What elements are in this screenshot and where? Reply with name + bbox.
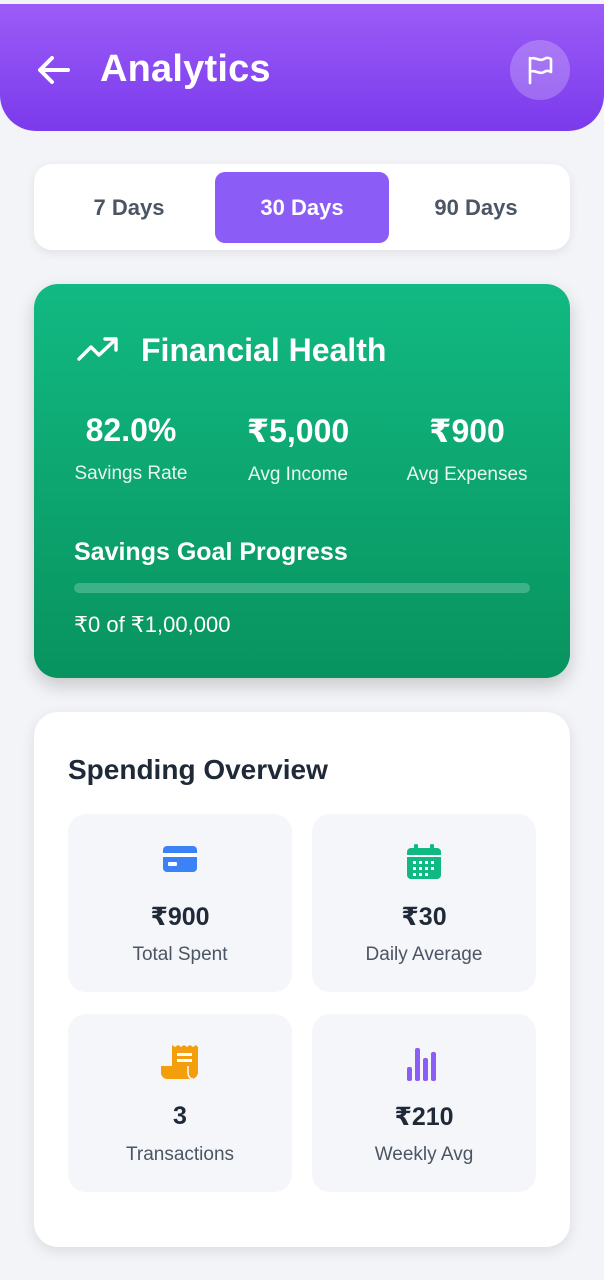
spending-overview-title: Spending Overview (68, 754, 328, 785)
savings-goal-text: ₹0 of ₹1,00,000 (74, 612, 231, 637)
trending-up-icon (77, 337, 118, 361)
avg-expenses-value: ₹900 (429, 413, 505, 449)
back-button[interactable] (34, 50, 74, 90)
daily-average-tile[interactable]: ₹30 Daily Average (312, 814, 536, 992)
savings-rate-label: Savings Rate (74, 463, 188, 484)
avg-income-stat: ₹5,000 Avg Income (237, 412, 359, 486)
financial-health-title: Financial Health (141, 332, 387, 368)
transactions-label: Transactions (125, 1144, 235, 1165)
financial-health-card: Financial Health 82.0% Savings Rate ₹5,0… (34, 284, 570, 678)
avg-income-label: Avg Income (248, 464, 348, 485)
tab-30-days[interactable]: 30 Days (215, 172, 389, 243)
weekly-avg-tile[interactable]: ₹210 Weekly Avg (312, 1014, 536, 1192)
transactions-tile[interactable]: 3 Transactions (68, 1014, 292, 1192)
savings-rate-value: 82.0% (85, 412, 177, 448)
flag-icon (528, 56, 553, 85)
total-spent-label: Total Spent (132, 944, 228, 965)
weekly-avg-label: Weekly Avg (374, 1144, 474, 1165)
savings-goal-progress-bar (74, 583, 530, 593)
tab-90-days[interactable]: 90 Days (389, 172, 563, 243)
total-spent-value: ₹900 (150, 903, 210, 931)
avg-expenses-stat: ₹900 Avg Expenses (402, 412, 532, 486)
period-tabs: 7 Days 30 Days 90 Days (34, 164, 570, 250)
spending-overview-card: Spending Overview ₹900 Total Spent ₹30 D… (34, 712, 570, 1247)
credit-card-icon (163, 846, 197, 872)
goals-button[interactable] (510, 40, 570, 100)
tab-7-days[interactable]: 7 Days (42, 172, 216, 243)
page-title: Analytics (100, 48, 271, 90)
weekly-avg-value: ₹210 (394, 1103, 454, 1131)
bar-chart-icon (407, 1048, 436, 1081)
avg-income-value: ₹5,000 (246, 413, 350, 449)
savings-goal-title: Savings Goal Progress (74, 538, 348, 566)
avg-expenses-label: Avg Expenses (406, 464, 528, 485)
total-spent-tile[interactable]: ₹900 Total Spent (68, 814, 292, 992)
receipt-icon (161, 1045, 198, 1080)
calendar-icon (407, 844, 441, 879)
daily-average-value: ₹30 (401, 903, 447, 931)
daily-average-label: Daily Average (365, 944, 483, 965)
app-header: Analytics (0, 4, 604, 131)
arrow-left-icon (38, 56, 70, 84)
transactions-value: 3 (173, 1102, 187, 1130)
savings-rate-stat: 82.0% Savings Rate (70, 412, 192, 485)
